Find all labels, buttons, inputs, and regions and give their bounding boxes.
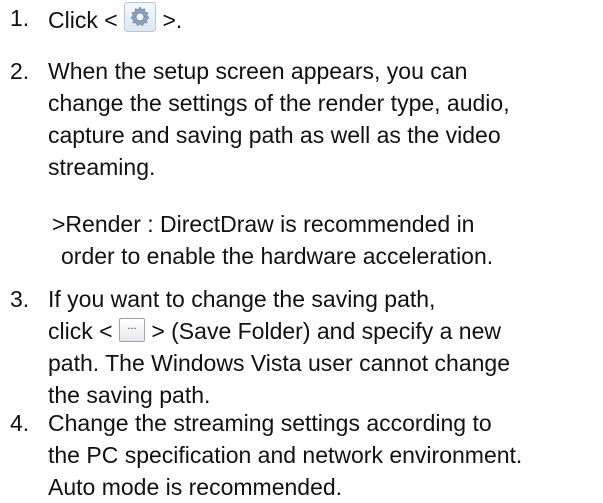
step-text: When the setup screen appears, you can c… bbox=[48, 55, 603, 183]
step-number: 2. bbox=[10, 58, 30, 84]
render-note: >Render : DirectDraw is recommended in o… bbox=[52, 208, 603, 272]
step-line: the PC specification and network environ… bbox=[48, 442, 523, 468]
step-line: path. The Windows Vista user cannot chan… bbox=[48, 350, 510, 376]
step-line: When the setup screen appears, you can bbox=[48, 58, 468, 84]
step-text: Change the streaming settings according … bbox=[48, 407, 603, 503]
step-text-post: > (Save Folder) and specify a new bbox=[151, 318, 501, 344]
ellipsis-button-icon: ... bbox=[118, 318, 145, 342]
step-number: 1. bbox=[10, 5, 30, 31]
step-text-pre: click < bbox=[48, 318, 113, 344]
note-line: order to enable the hardware acceleratio… bbox=[61, 243, 494, 269]
step-line: Change the streaming settings according … bbox=[48, 410, 492, 436]
step-line: change the settings of the render type, … bbox=[48, 90, 510, 116]
step-line: capture and saving path as well as the v… bbox=[48, 122, 501, 148]
step-number: 3. bbox=[10, 286, 30, 312]
step-text-post: >. bbox=[162, 7, 183, 33]
step-line: If you want to change the saving path, bbox=[48, 286, 436, 312]
instruction-document: 1. Click < >. 2. When the setup screen a… bbox=[0, 0, 603, 500]
ellipsis-icon-text: ... bbox=[127, 320, 137, 332]
step-text: If you want to change the saving path, c… bbox=[48, 283, 603, 411]
step-line-with-icon: click < ... > (Save Folder) and specify … bbox=[48, 315, 603, 347]
step-line: Auto mode is recommended. bbox=[48, 474, 343, 500]
step-number: 4. bbox=[10, 410, 30, 436]
gear-settings-icon bbox=[124, 2, 157, 32]
step-text-pre: Click < bbox=[48, 7, 118, 33]
note-line: >Render : DirectDraw is recommended in bbox=[52, 211, 475, 237]
step-text: Click < >. bbox=[48, 2, 603, 36]
step-line: streaming. bbox=[48, 154, 156, 180]
